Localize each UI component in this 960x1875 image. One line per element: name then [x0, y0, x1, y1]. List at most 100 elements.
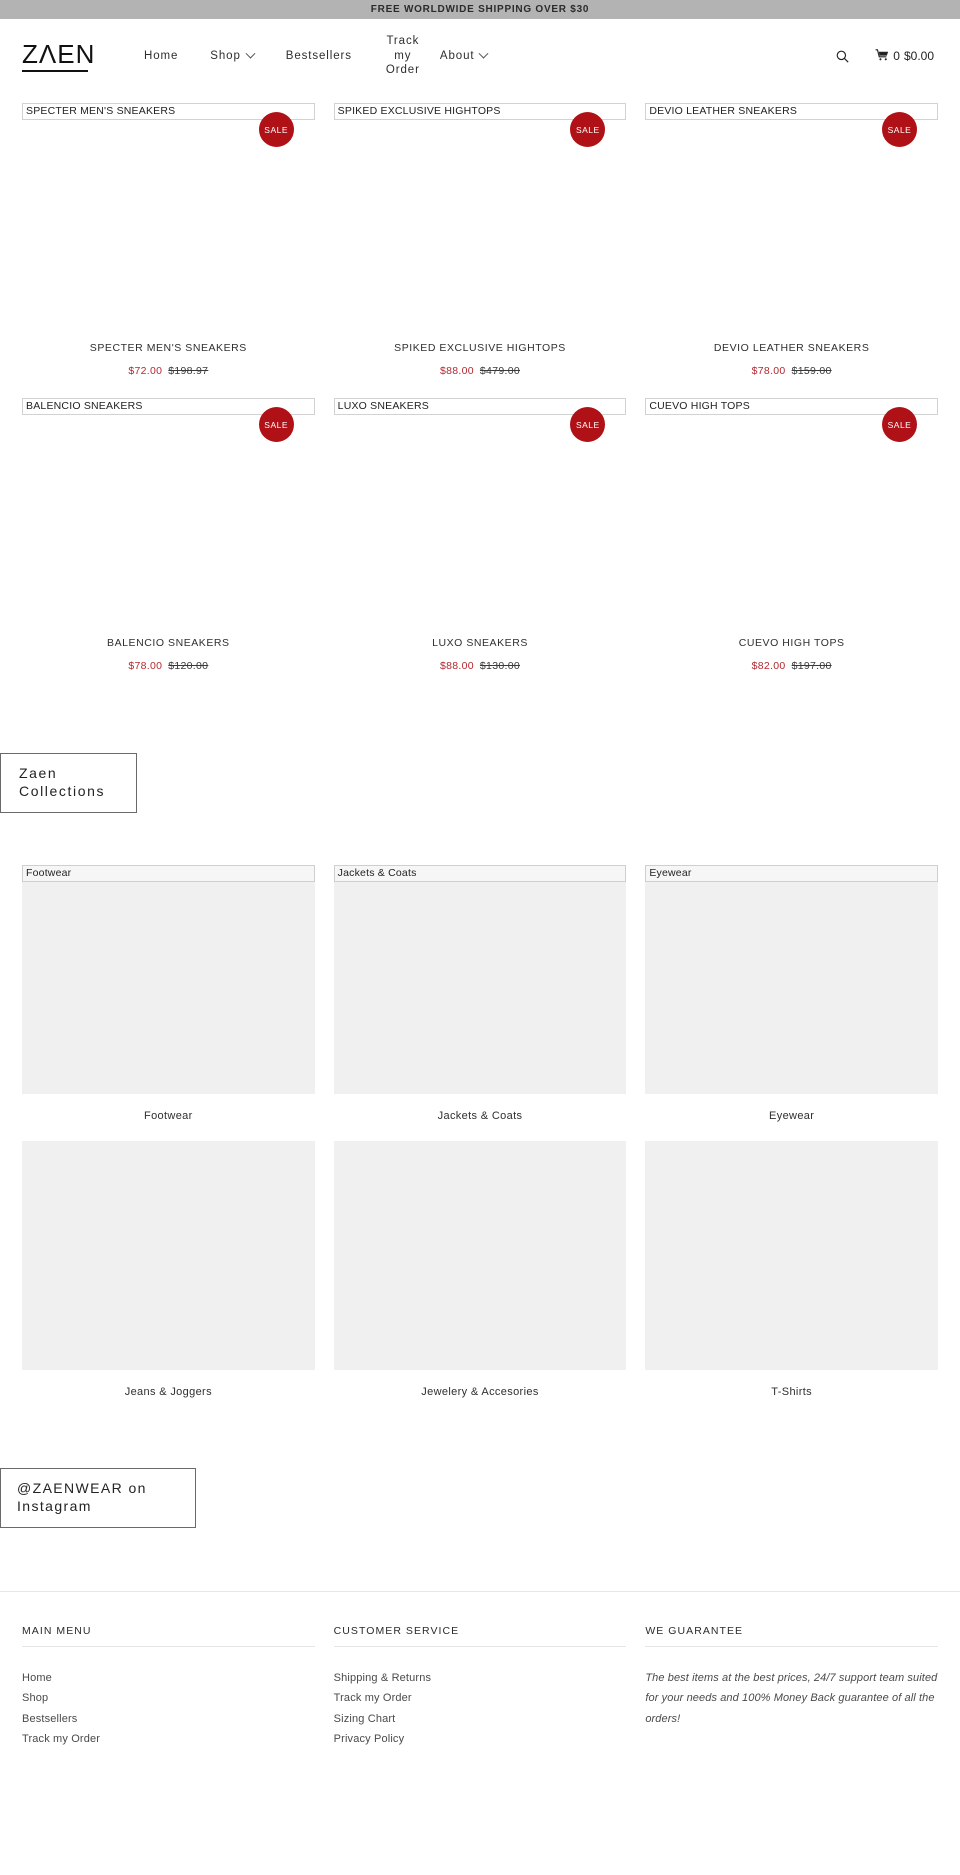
nav-item-bestsellers[interactable]: Bestsellers: [270, 49, 368, 63]
footer-link[interactable]: Track my Order: [22, 1729, 315, 1750]
product-image[interactable]: LUXO SNEAKERS SALE: [333, 398, 627, 631]
collection-card[interactable]: Jackets & Coats Jackets & Coats: [333, 864, 627, 1141]
footer-link[interactable]: Home: [22, 1668, 315, 1689]
nav-item-about[interactable]: About: [424, 48, 504, 63]
product-title[interactable]: LUXO SNEAKERS: [334, 637, 627, 649]
product-sale-price: $72.00: [128, 365, 163, 377]
collection-image[interactable]: Footwear: [22, 864, 315, 1094]
footer-column-title: MAIN MENU: [22, 1625, 315, 1647]
product-info: BALENCIO SNEAKERS $78.00 $120.00: [22, 631, 315, 672]
product-image[interactable]: BALENCIO SNEAKERS SALE: [22, 398, 315, 631]
nav-item-label: About: [439, 49, 475, 62]
product-price-row: $72.00 $198.97: [22, 365, 315, 377]
footer-link[interactable]: Shipping & Returns: [334, 1668, 627, 1689]
sale-badge: SALE: [881, 112, 917, 147]
cart-button[interactable]: 0 $0.00: [875, 48, 934, 64]
product-info: DEVIO LEATHER SNEAKERS $78.00 $159.00: [645, 336, 938, 377]
product-info: SPIKED EXCLUSIVE HIGHTOPS $88.00 $479.00: [334, 336, 627, 377]
instagram-section: @ZAENWEAR on Instagram: [0, 1467, 960, 1528]
product-row-spacer: [22, 377, 938, 388]
collection-image[interactable]: [333, 1140, 627, 1370]
collection-image[interactable]: Eyewear: [645, 864, 938, 1094]
footer-column-title: WE GUARANTEE: [645, 1625, 938, 1647]
collection-label[interactable]: Jeans & Joggers: [22, 1370, 315, 1417]
collection-label[interactable]: Eyewear: [645, 1094, 938, 1141]
site-header: ZΛEN Home Shop Bestsellers Track my Order Ab…: [0, 19, 960, 93]
product-card[interactable]: SPECTER MEN'S SNEAKERS SALE SPECTER MEN'S …: [22, 93, 315, 377]
product-price-row: $78.00 $159.00: [645, 365, 938, 377]
collection-image[interactable]: [22, 1140, 315, 1370]
chevron-down-icon: [245, 48, 256, 59]
sale-badge: SALE: [258, 112, 294, 147]
footer-link[interactable]: Sizing Chart: [334, 1709, 627, 1730]
footer-link[interactable]: Shop: [22, 1688, 315, 1709]
product-image[interactable]: SPECTER MEN'S SNEAKERS SALE: [22, 103, 315, 336]
product-old-price: $198.97: [168, 365, 209, 377]
product-sale-price: $78.00: [751, 365, 786, 377]
sale-badge: SALE: [570, 407, 606, 442]
footer-link[interactable]: Track my Order: [334, 1688, 627, 1709]
product-image[interactable]: SPIKED EXCLUSIVE HIGHTOPS SALE: [333, 103, 627, 336]
product-price-row: $78.00 $120.00: [22, 660, 315, 672]
collection-label[interactable]: T-Shirts: [645, 1370, 938, 1417]
collection-image-alt: Jackets & Coats: [333, 864, 627, 882]
product-card[interactable]: SPIKED EXCLUSIVE HIGHTOPS SALE SPIKED EXCL…: [333, 93, 627, 377]
product-card[interactable]: LUXO SNEAKERS SALE LUXO SNEAKERS $88.00 $130…: [333, 388, 627, 672]
product-sale-price: $88.00: [440, 365, 474, 377]
nav-item-home[interactable]: Home: [128, 49, 194, 63]
collections-heading: Zaen Collections: [0, 753, 137, 813]
cart-total: $0.00: [903, 49, 934, 63]
collection-label[interactable]: Jewelery & Accesories: [334, 1370, 627, 1417]
collection-card[interactable]: Jewelery & Accesories: [333, 1140, 627, 1417]
product-title[interactable]: BALENCIO SNEAKERS: [22, 637, 315, 649]
product-grid: SPECTER MEN'S SNEAKERS SALE SPECTER MEN'S …: [0, 93, 960, 672]
nav-item-label: Bestsellers: [285, 49, 352, 62]
product-image[interactable]: DEVIO LEATHER SNEAKERS SALE: [645, 103, 938, 336]
announcement-text: FREE WORLDWIDE SHIPPING OVER $30: [370, 4, 590, 15]
collection-card[interactable]: Footwear Footwear: [22, 864, 315, 1141]
footer-column-title: CUSTOMER SERVICE: [333, 1625, 627, 1647]
footer-link[interactable]: Privacy Policy: [334, 1729, 627, 1750]
instagram-heading: @ZAENWEAR on Instagram: [0, 1467, 196, 1528]
product-title[interactable]: DEVIO LEATHER SNEAKERS: [645, 342, 938, 354]
product-card[interactable]: DEVIO LEATHER SNEAKERS SALE DEVIO LEATHER …: [645, 93, 938, 377]
nav-item-label: Shop: [210, 49, 241, 62]
product-image[interactable]: CUEVO HIGH TOPS SALE: [645, 398, 938, 631]
product-card[interactable]: BALENCIO SNEAKERS SALE BALENCIO SNEAKERS $7…: [22, 388, 315, 672]
cart-icon: [875, 48, 889, 64]
product-price-row: $82.00 $197.00: [645, 660, 938, 672]
product-sale-price: $78.00: [128, 660, 163, 672]
site-logo[interactable]: ZΛEN: [22, 39, 94, 73]
page-root: FREE WORLDWIDE SHIPPING OVER $30 ZΛEN Ho…: [0, 0, 960, 1750]
collection-image[interactable]: Jackets & Coats: [333, 864, 627, 1094]
collection-image-alt: Eyewear: [645, 864, 938, 882]
search-icon[interactable]: [836, 50, 849, 63]
chevron-down-icon: [479, 48, 489, 59]
nav-item-track-my-order[interactable]: Track my Order: [368, 34, 424, 77]
collection-image[interactable]: [645, 1140, 938, 1370]
product-old-price: $130.00: [479, 660, 520, 672]
product-old-price: $159.00: [791, 365, 832, 377]
nav-item-shop[interactable]: Shop: [194, 48, 269, 63]
product-title[interactable]: SPECTER MEN'S SNEAKERS: [22, 342, 315, 354]
footer-column: WE GUARANTEE The best items at the best p…: [645, 1625, 938, 1750]
collection-card[interactable]: T-Shirts: [645, 1140, 938, 1417]
sale-badge: SALE: [258, 407, 294, 442]
product-title[interactable]: CUEVO HIGH TOPS: [645, 637, 938, 649]
collection-label[interactable]: Jackets & Coats: [334, 1094, 627, 1141]
product-old-price: $120.00: [168, 660, 209, 672]
header-actions: 0 $0.00: [836, 48, 938, 64]
product-info: SPECTER MEN'S SNEAKERS $72.00 $198.97: [22, 336, 315, 377]
product-title[interactable]: SPIKED EXCLUSIVE HIGHTOPS: [334, 342, 627, 354]
main-navigation: Home Shop Bestsellers Track my Order About: [88, 34, 836, 77]
footer-link[interactable]: Bestsellers: [22, 1709, 315, 1730]
nav-item-label: Track my Order: [385, 35, 420, 77]
collections-grid: Footwear Footwear Jackets & Coats Jackets &…: [0, 864, 960, 1417]
collection-card[interactable]: Eyewear Eyewear: [645, 864, 938, 1141]
collection-card[interactable]: Jeans & Joggers: [22, 1140, 315, 1417]
footer-column-text: The best items at the best prices, 24/7 …: [645, 1671, 938, 1725]
footer-column: CUSTOMER SERVICE Shipping & Returns Track …: [333, 1625, 627, 1750]
collection-label[interactable]: Footwear: [22, 1094, 315, 1141]
product-card[interactable]: CUEVO HIGH TOPS SALE CUEVO HIGH TOPS $82.00…: [645, 388, 938, 672]
announcement-bar: FREE WORLDWIDE SHIPPING OVER $30: [0, 0, 960, 19]
